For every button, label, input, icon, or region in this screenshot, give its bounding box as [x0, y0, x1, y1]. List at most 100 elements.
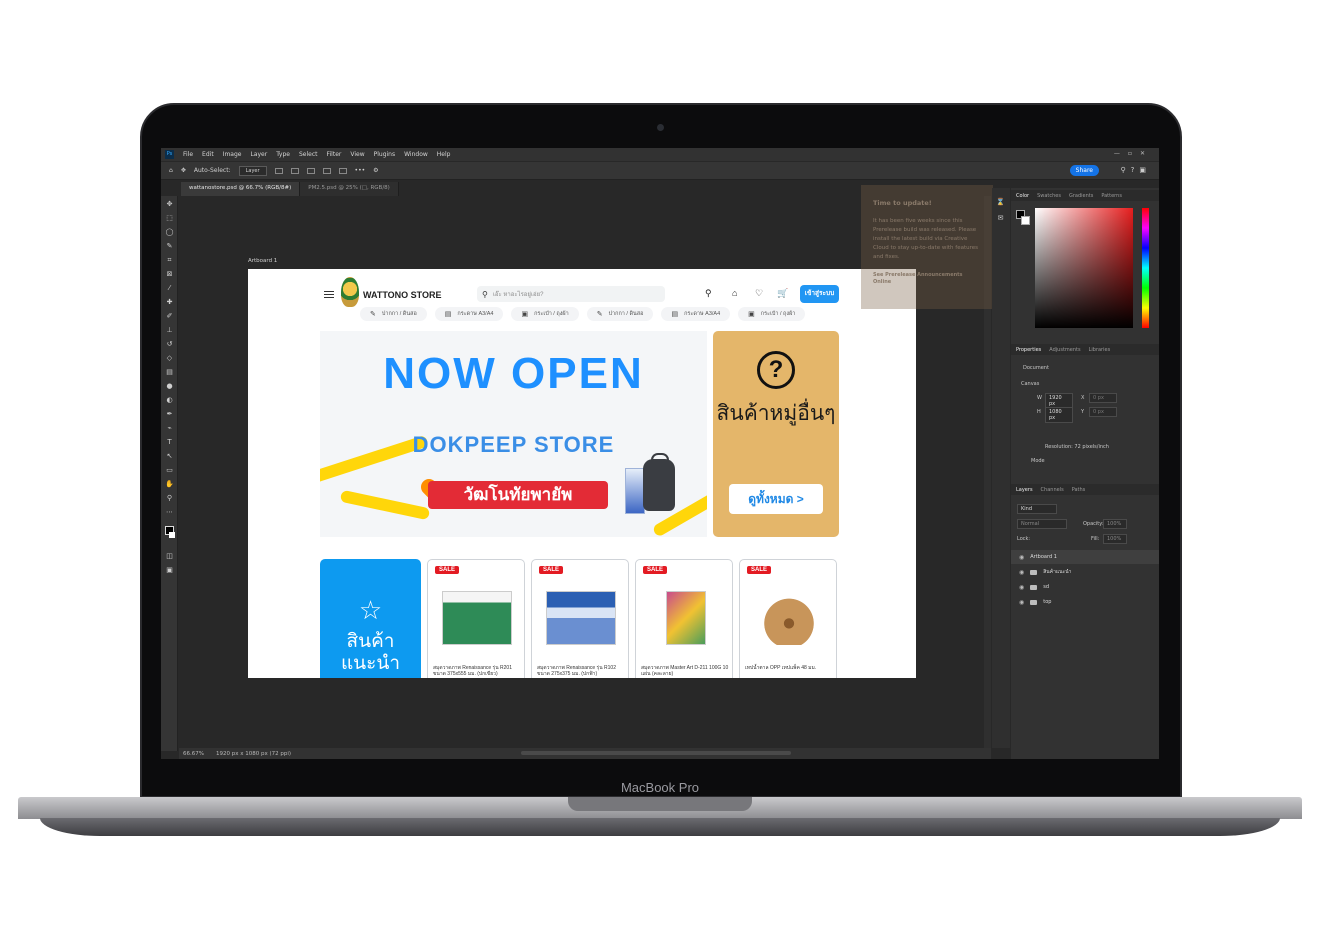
- product-card[interactable]: SALE สมุดวาดภาพ Master Art D-211 100G 10…: [635, 559, 733, 678]
- hero-banner[interactable]: NOW OPEN DOKPEEP STORE วัฒโนทัยพายัพ: [320, 331, 707, 537]
- pen-alt-icon[interactable]: ⌁: [165, 424, 174, 433]
- zoom-level[interactable]: 66.67%: [183, 751, 204, 757]
- tab-libraries[interactable]: Libraries: [1089, 347, 1111, 353]
- share-button[interactable]: Share: [1069, 165, 1099, 176]
- menu-plugins[interactable]: Plugins: [374, 151, 396, 158]
- horizontal-scrollbar[interactable]: [521, 751, 791, 755]
- layer-row[interactable]: ◉ สินค้าแนะนำ: [1011, 565, 1159, 579]
- type-icon[interactable]: T: [165, 438, 174, 447]
- dodge-icon[interactable]: ◐: [165, 396, 174, 405]
- layer-row[interactable]: ◉ sd: [1011, 580, 1159, 594]
- update-notification[interactable]: Time to update! It has been five weeks s…: [861, 185, 993, 309]
- home-icon[interactable]: ⌂: [732, 288, 737, 298]
- login-button[interactable]: เข้าสู่ระบบ: [800, 285, 839, 303]
- category-chip[interactable]: ▣ กระเป๋า / ถุงผ้า: [511, 307, 579, 321]
- align-center-icon[interactable]: [290, 167, 299, 174]
- hand-icon[interactable]: ✋: [165, 480, 174, 489]
- x-field[interactable]: 0 px: [1089, 393, 1117, 403]
- eraser-icon[interactable]: ◇: [165, 354, 174, 363]
- rectangle-icon[interactable]: ▭: [165, 466, 174, 475]
- path-select-icon[interactable]: ↖: [165, 452, 174, 461]
- blur-icon[interactable]: ●: [165, 382, 174, 391]
- visibility-eye-icon[interactable]: ◉: [1019, 584, 1024, 591]
- menu-view[interactable]: View: [350, 151, 364, 158]
- home-icon[interactable]: ⌂: [169, 167, 173, 174]
- move-icon[interactable]: ✥: [165, 200, 174, 209]
- pen-icon[interactable]: ✒: [165, 410, 174, 419]
- tab-channels[interactable]: Channels: [1041, 487, 1064, 493]
- move-tool-icon[interactable]: ✥: [181, 167, 186, 174]
- menu-help[interactable]: Help: [437, 151, 451, 158]
- tab-paths[interactable]: Paths: [1072, 487, 1086, 493]
- height-field[interactable]: 1080 px: [1045, 407, 1073, 423]
- menu-window[interactable]: Window: [404, 151, 428, 158]
- visibility-eye-icon[interactable]: ◉: [1019, 569, 1024, 576]
- background-color-icon[interactable]: [169, 532, 175, 538]
- comments-icon[interactable]: ✉: [996, 214, 1005, 223]
- history-icon[interactable]: ⌛: [996, 198, 1005, 207]
- settings-icon[interactable]: ⚙: [373, 167, 378, 174]
- category-chip[interactable]: ✎ ปากกา / ดินสอ: [360, 307, 427, 321]
- heart-icon[interactable]: ♡: [755, 288, 763, 299]
- align-top-icon[interactable]: [322, 167, 331, 174]
- hue-slider[interactable]: [1142, 208, 1149, 328]
- layer-row[interactable]: ◉ top: [1011, 595, 1159, 609]
- visibility-eye-icon[interactable]: ◉: [1019, 599, 1024, 606]
- auto-select-checkbox[interactable]: Auto-Select:: [194, 167, 231, 174]
- eyedropper-icon[interactable]: ⁄: [165, 284, 174, 293]
- history-brush-icon[interactable]: ↺: [165, 340, 174, 349]
- menu-image[interactable]: Image: [223, 151, 242, 158]
- crop-icon[interactable]: ⌗: [165, 256, 174, 265]
- tab-swatches[interactable]: Swatches: [1037, 193, 1061, 199]
- more-options-icon[interactable]: •••: [355, 167, 366, 174]
- background-swatch[interactable]: [1021, 216, 1030, 225]
- tab-color[interactable]: Color: [1016, 193, 1029, 199]
- layer-filter-kind[interactable]: Kind: [1017, 504, 1057, 514]
- menu-file[interactable]: File: [183, 151, 193, 158]
- search-icon-alt[interactable]: ⚲: [705, 288, 712, 299]
- y-field[interactable]: 0 px: [1089, 407, 1117, 417]
- hamburger-menu-icon[interactable]: [324, 291, 334, 298]
- tab-layers[interactable]: Layers: [1016, 487, 1033, 493]
- other-categories-banner[interactable]: ? สินค้าหมู่อื่นๆ ดูทั้งหมด >: [713, 331, 839, 537]
- stamp-icon[interactable]: ⊥: [165, 326, 174, 335]
- color-picker-field[interactable]: [1035, 208, 1133, 328]
- tab-pm25[interactable]: PM2.5.psd @ 25% (□, RGB/8): [300, 182, 399, 196]
- category-chip[interactable]: ▣ กระเป๋า / ถุงผ้า: [738, 307, 806, 321]
- top-right-icons[interactable]: ⚲?▣: [1121, 166, 1151, 174]
- blend-mode-select[interactable]: Normal: [1017, 519, 1067, 529]
- menu-edit[interactable]: Edit: [202, 151, 214, 158]
- align-left-icon[interactable]: [274, 167, 283, 174]
- tab-gradients[interactable]: Gradients: [1069, 193, 1093, 199]
- align-middle-icon[interactable]: [338, 167, 347, 174]
- quick-select-icon[interactable]: ✎: [165, 242, 174, 251]
- layer-row[interactable]: ◉ Artboard 1: [1011, 550, 1159, 564]
- auto-select-dropdown[interactable]: Layer: [238, 165, 267, 176]
- product-card[interactable]: SALE เทปน้ำตาล OPP เทปแพ็ค 48 มม.: [739, 559, 837, 678]
- category-chip[interactable]: ▤ กระดาษ A3/A4: [661, 307, 731, 321]
- healing-icon[interactable]: ✚: [165, 298, 174, 307]
- category-chip[interactable]: ✎ ปากกา / ดินสอ: [586, 307, 654, 321]
- tab-properties[interactable]: Properties: [1016, 347, 1041, 353]
- zoom-icon[interactable]: ⚲: [165, 494, 174, 503]
- align-right-icon[interactable]: [306, 167, 315, 174]
- opacity-field[interactable]: 100%: [1103, 519, 1127, 529]
- product-card[interactable]: SALE สมุดวาดภาพ Renaissance รุ่น R102 ขน…: [531, 559, 629, 678]
- marquee-icon[interactable]: ⬚: [165, 214, 174, 223]
- cart-icon[interactable]: 🛒: [777, 288, 788, 299]
- menu-layer[interactable]: Layer: [250, 151, 267, 158]
- prerelease-link[interactable]: See Prerelease Announcements Online: [873, 272, 981, 286]
- menu-select[interactable]: Select: [299, 151, 318, 158]
- search-bar[interactable]: ⚲ เอ๊ะ หาอะไรอยู่เอ่ย?: [477, 286, 665, 302]
- menu-filter[interactable]: Filter: [327, 151, 342, 158]
- lasso-icon[interactable]: ◯: [165, 228, 174, 237]
- quick-mask-icon[interactable]: ◫: [165, 552, 174, 561]
- screen-mode-icon[interactable]: ▣: [165, 566, 174, 575]
- tab-patterns[interactable]: Patterns: [1101, 193, 1122, 199]
- frame-icon[interactable]: ⊠: [165, 270, 174, 279]
- window-controls[interactable]: —▫✕: [1114, 150, 1153, 157]
- more-tools-icon[interactable]: ⋯: [165, 508, 174, 517]
- brush-icon[interactable]: ✐: [165, 312, 174, 321]
- product-card[interactable]: SALE สมุดวาดภาพ Renaissance รุ่น R201 ขน…: [427, 559, 525, 678]
- gradient-icon[interactable]: ▤: [165, 368, 174, 377]
